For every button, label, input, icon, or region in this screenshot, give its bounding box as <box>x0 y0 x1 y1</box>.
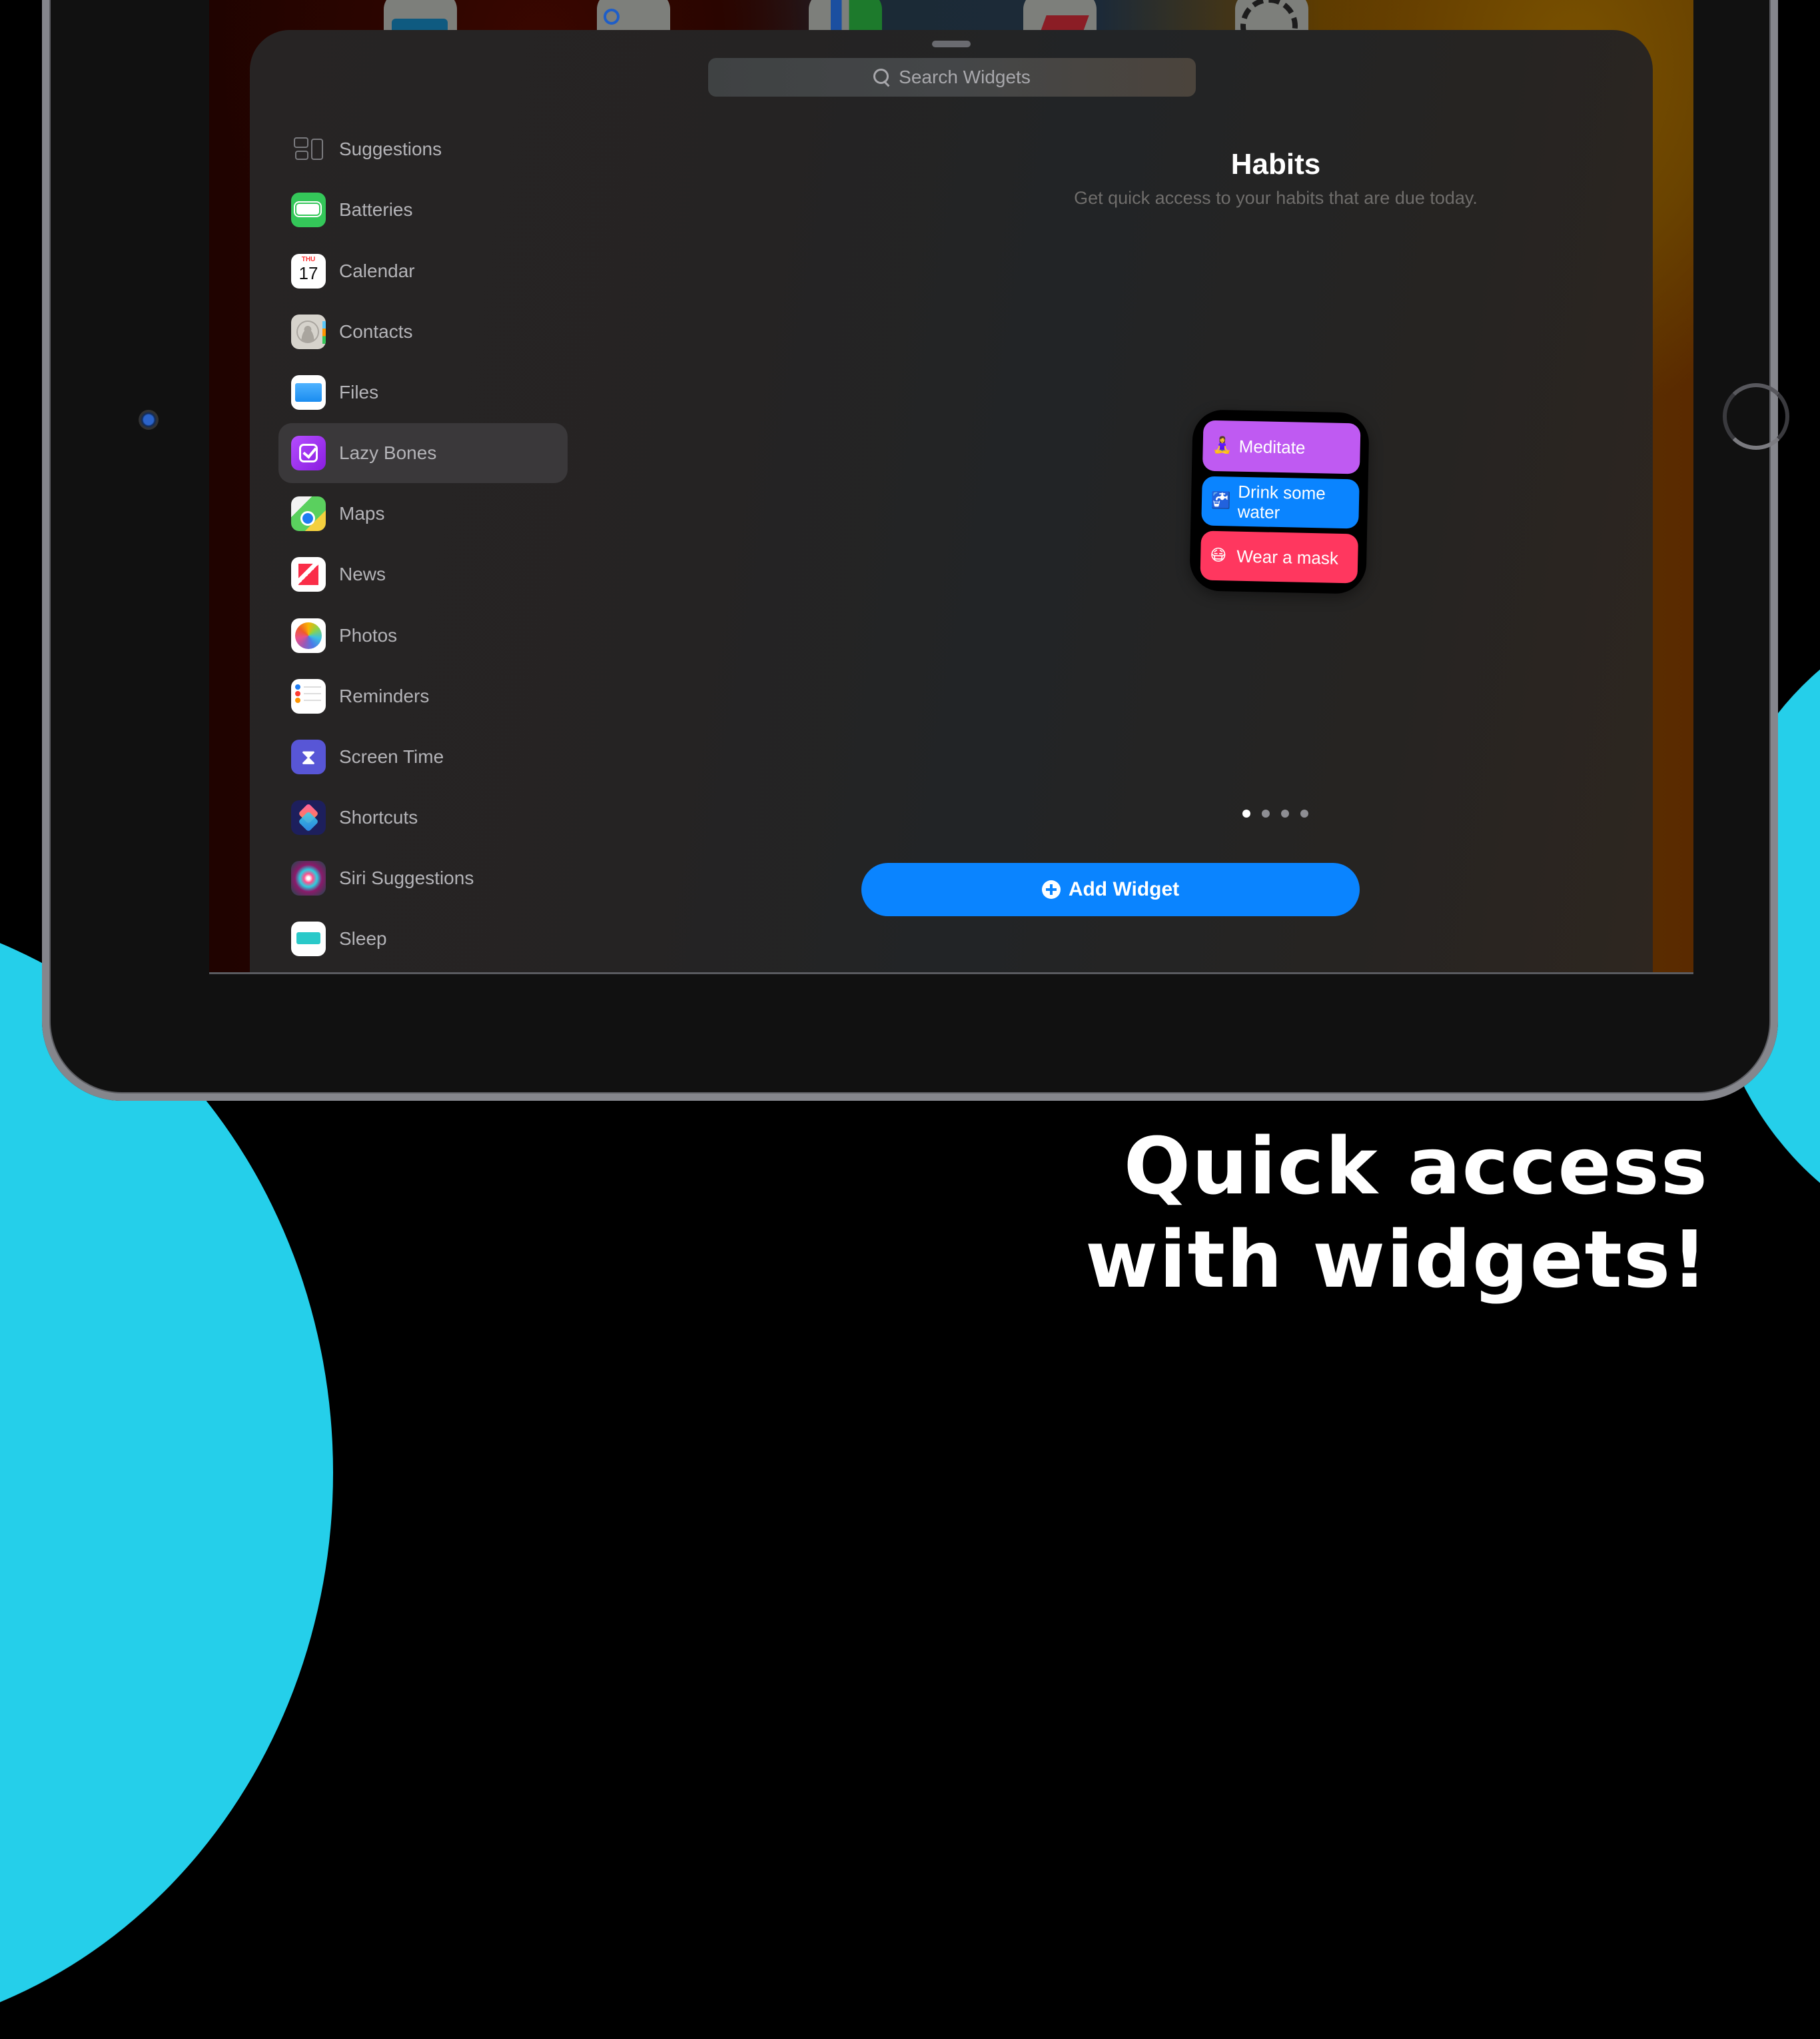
sidebar-item-label: Lazy Bones <box>339 442 437 463</box>
calendar-day: THU <box>301 256 316 263</box>
page-indicator[interactable] <box>1242 810 1308 818</box>
sidebar-item-screen-time[interactable]: Screen Time <box>278 727 568 787</box>
sidebar-item-contacts[interactable]: Contacts <box>278 302 568 362</box>
bed-icon <box>291 922 326 956</box>
sidebar-item-photos[interactable]: Photos <box>278 606 568 666</box>
sidebar-item-label: Batteries <box>339 199 413 220</box>
sidebar-item-label: Files <box>339 382 379 402</box>
face-mask-icon: 😷 <box>1210 546 1227 565</box>
widget-app-sidebar: Suggestions Batteries THU 17 Calendar Co… <box>250 30 583 972</box>
hourglass-icon <box>291 740 326 774</box>
sidebar-item-label: Shortcuts <box>339 807 418 828</box>
sidebar-item-maps[interactable]: Maps <box>278 484 568 544</box>
sidebar-item-suggestions[interactable]: Suggestions <box>278 119 568 179</box>
battery-icon <box>291 193 326 227</box>
page-dot[interactable] <box>1300 810 1308 818</box>
calendar-date: 17 <box>298 263 318 283</box>
sheet-grabber[interactable] <box>932 41 971 47</box>
habit-item: 🧘‍♀️ Meditate <box>1202 420 1361 474</box>
sidebar-item-news[interactable]: News <box>278 544 568 604</box>
widget-gallery-sheet: Search Widgets Suggestions Batteries THU… <box>250 30 1653 972</box>
suggestions-icon <box>291 132 326 167</box>
marketing-tagline: Quick access with widgets! <box>1085 1119 1709 1306</box>
tagline-line-2: with widgets! <box>1085 1213 1709 1305</box>
sidebar-item-label: Maps <box>339 503 385 524</box>
ipad-screen: Search Widgets Suggestions Batteries THU… <box>209 0 1693 974</box>
sidebar-item-shortcuts[interactable]: Shortcuts <box>278 788 568 848</box>
sidebar-item-files[interactable]: Files <box>278 362 568 422</box>
habit-item: 🚰 Drink some water <box>1201 476 1360 529</box>
widget-title: Habits <box>1230 148 1321 181</box>
page-dot[interactable] <box>1262 810 1270 818</box>
search-placeholder: Search Widgets <box>899 67 1031 87</box>
habits-widget-preview[interactable]: 🧘‍♀️ Meditate 🚰 Drink some water 😷 Wear … <box>1189 409 1370 594</box>
sidebar-item-label: Suggestions <box>339 139 442 159</box>
maps-icon <box>291 496 326 531</box>
plus-circle-icon <box>1041 880 1061 899</box>
sidebar-item-lazy-bones[interactable]: Lazy Bones <box>278 423 568 483</box>
page-dot[interactable] <box>1242 810 1250 818</box>
meditation-icon: 🧘‍♀️ <box>1212 436 1232 455</box>
ipad-frame: Search Widgets Suggestions Batteries THU… <box>42 0 1789 1101</box>
sidebar-item-label: Reminders <box>339 686 430 706</box>
sidebar-item-label: Screen Time <box>339 746 444 767</box>
sidebar-item-label: News <box>339 564 386 584</box>
add-widget-label: Add Widget <box>1068 878 1180 900</box>
home-button[interactable] <box>1723 383 1789 450</box>
sidebar-item-label: Sleep <box>339 928 387 949</box>
habit-label: Meditate <box>1238 436 1306 458</box>
shortcuts-icon <box>291 800 326 835</box>
add-widget-button[interactable]: Add Widget <box>861 863 1360 916</box>
sidebar-item-batteries[interactable]: Batteries <box>278 180 568 240</box>
checkbox-icon <box>291 436 326 470</box>
tagline-line-1: Quick access <box>1123 1120 1709 1212</box>
search-icon <box>873 69 891 86</box>
habit-label: Drink some water <box>1237 481 1326 523</box>
search-widgets-field[interactable]: Search Widgets <box>708 58 1196 97</box>
page-dot[interactable] <box>1281 810 1289 818</box>
sidebar-item-siri-suggestions[interactable]: Siri Suggestions <box>278 848 568 908</box>
siri-icon <box>291 861 326 896</box>
habit-item: 😷 Wear a mask <box>1200 530 1359 584</box>
water-tap-icon: 🚰 <box>1210 491 1232 510</box>
widget-description: Get quick access to your habits that are… <box>1074 188 1478 208</box>
sidebar-item-reminders[interactable]: Reminders <box>278 666 568 726</box>
photos-icon <box>291 618 326 653</box>
reminders-icon <box>291 679 326 714</box>
contacts-icon <box>291 315 326 349</box>
calendar-icon: THU 17 <box>291 254 326 289</box>
sidebar-item-sleep[interactable]: Sleep <box>278 909 568 969</box>
camera-icon <box>139 410 159 430</box>
sidebar-item-label: Photos <box>339 625 398 646</box>
folder-icon <box>291 375 326 410</box>
sidebar-item-calendar[interactable]: THU 17 Calendar <box>278 241 568 301</box>
news-icon <box>291 557 326 592</box>
habit-label: Wear a mask <box>1236 546 1339 568</box>
sidebar-item-label: Calendar <box>339 261 415 281</box>
sidebar-item-label: Contacts <box>339 321 413 342</box>
sidebar-item-label: Siri Suggestions <box>339 868 474 888</box>
